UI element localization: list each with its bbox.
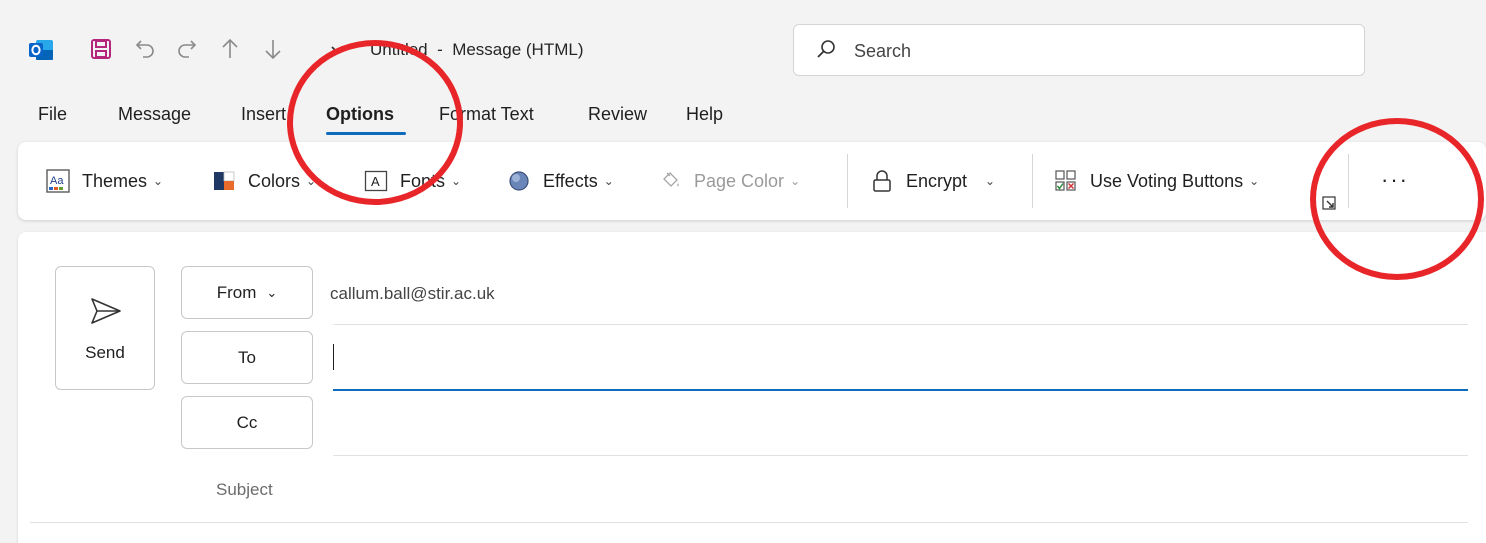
colors-button[interactable]: Colors ⌄ <box>212 166 316 196</box>
page-color-button[interactable]: Page Color ⌄ <box>658 166 800 196</box>
colors-icon <box>214 171 235 190</box>
encrypt-button[interactable]: Encrypt ⌄ <box>870 166 995 196</box>
cc-divider <box>333 455 1468 456</box>
effects-label: Effects <box>543 170 598 191</box>
tab-format-text[interactable]: Format Text <box>439 104 534 125</box>
fonts-label: Fonts <box>400 170 446 191</box>
colors-chevron-icon: ⌄ <box>306 174 317 188</box>
tab-help[interactable]: Help <box>686 104 723 125</box>
tab-options[interactable]: Options <box>326 104 394 125</box>
ribbon-separator <box>1032 154 1033 208</box>
to-field-underline <box>333 389 1468 391</box>
from-label: From <box>216 282 257 302</box>
tab-message[interactable]: Message <box>118 104 191 125</box>
more-options-button[interactable]: ··· <box>1370 162 1420 198</box>
down-arrow-icon[interactable] <box>258 34 288 64</box>
cc-label: Cc <box>236 412 258 432</box>
svg-text:Aa: Aa <box>50 175 64 187</box>
save-icon[interactable] <box>86 34 116 64</box>
encrypt-label: Encrypt <box>906 170 968 191</box>
search-icon <box>817 40 835 58</box>
voting-chevron-icon: ⌄ <box>1249 174 1260 188</box>
svg-text:A: A <box>371 174 380 189</box>
colors-label: Colors <box>248 170 301 191</box>
to-field[interactable] <box>340 340 1460 374</box>
send-label: Send <box>85 343 125 362</box>
active-tab-indicator <box>326 132 406 135</box>
themes-label: Themes <box>82 170 148 191</box>
voting-label: Use Voting Buttons <box>1090 170 1244 191</box>
undo-icon[interactable] <box>130 34 160 64</box>
search-box[interactable] <box>793 24 1365 76</box>
up-arrow-icon[interactable] <box>215 34 245 64</box>
dialog-launcher-icon[interactable] <box>1322 196 1336 210</box>
ribbon-separator <box>1348 154 1349 208</box>
from-chevron-icon: ⌄ <box>266 284 278 300</box>
fonts-chevron-icon: ⌄ <box>451 174 462 188</box>
tab-insert[interactable]: Insert <box>241 104 286 125</box>
search-input[interactable] <box>854 37 1334 65</box>
subject-label: Subject <box>216 480 273 499</box>
effects-chevron-icon: ⌄ <box>603 174 614 188</box>
fonts-icon: A <box>364 170 388 192</box>
tab-file[interactable]: File <box>38 104 67 125</box>
to-button[interactable]: To <box>181 331 313 384</box>
themes-button[interactable]: Aa Themes ⌄ <box>46 166 163 196</box>
ribbon: Aa Themes ⌄ Colors ⌄ A Fonts ⌄ Effects ⌄ <box>18 142 1486 220</box>
tab-review[interactable]: Review <box>588 104 647 125</box>
cc-button[interactable]: Cc <box>181 396 313 449</box>
page-color-chevron-icon: ⌄ <box>790 174 801 188</box>
paint-bucket-icon <box>663 172 679 187</box>
text-cursor <box>333 344 334 370</box>
ribbon-separator <box>847 154 848 208</box>
voting-buttons-button[interactable]: Use Voting Buttons ⌄ <box>1054 166 1259 196</box>
from-button[interactable]: From ⌄ <box>181 266 313 319</box>
voting-icon <box>1055 170 1076 191</box>
outlook-app-icon <box>29 40 53 60</box>
redo-icon[interactable] <box>172 34 202 64</box>
window-title: Untitled - Message (HTML) <box>370 40 584 59</box>
effects-button[interactable]: Effects ⌄ <box>507 166 614 196</box>
effects-icon <box>509 171 529 191</box>
subject-field[interactable] <box>340 472 1460 506</box>
page-color-label: Page Color <box>694 170 785 191</box>
send-icon <box>91 298 121 324</box>
from-address: callum.ball@stir.ac.uk <box>330 284 495 303</box>
encrypt-chevron-icon[interactable]: ⌄ <box>985 174 995 188</box>
subject-divider <box>30 522 1468 523</box>
to-label: To <box>238 347 256 367</box>
customize-chevron-icon[interactable] <box>322 34 352 64</box>
from-divider <box>333 324 1468 325</box>
compose-area: Send From ⌄ callum.ball@stir.ac.uk To Cc… <box>18 232 1486 543</box>
lock-icon <box>873 170 891 192</box>
send-button[interactable]: Send <box>55 266 155 390</box>
title-bar: Untitled - Message (HTML) <box>0 0 1486 100</box>
themes-icon: Aa <box>46 169 70 193</box>
themes-chevron-icon: ⌄ <box>153 174 164 188</box>
fonts-button[interactable]: A Fonts ⌄ <box>364 166 461 196</box>
cc-field[interactable] <box>340 404 1460 438</box>
